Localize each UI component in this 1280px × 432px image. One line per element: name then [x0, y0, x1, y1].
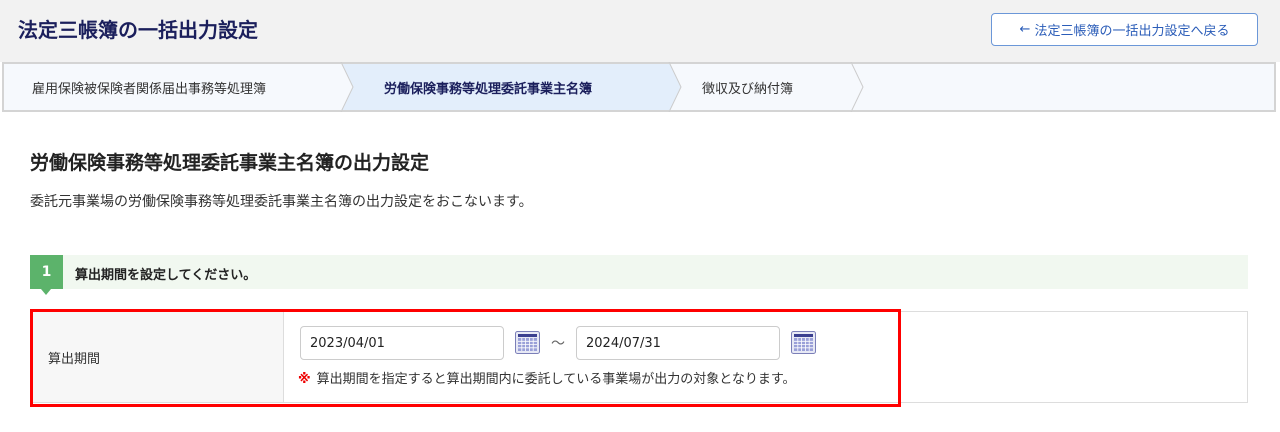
calendar-icon[interactable] [791, 331, 816, 354]
calendar-icon[interactable] [515, 331, 540, 354]
step-koyou-hoken[interactable]: 雇用保険被保険者関係届出事務等処理簿 [4, 62, 354, 112]
arrow-left-icon: ← [1019, 22, 1031, 37]
step-number-badge: 1 [30, 255, 63, 295]
page-header: 法定三帳簿の一括出力設定 ← 法定三帳簿の一括出力設定へ戻る [0, 0, 1280, 62]
page-title: 法定三帳簿の一括出力設定 [18, 18, 258, 42]
period-label: 算出期間 [31, 312, 284, 402]
chevron-right-icon [340, 62, 354, 112]
chevron-right-icon [850, 62, 864, 112]
chevron-right-icon [668, 62, 682, 112]
step-section-label: 算出期間を設定してください。 [75, 268, 257, 283]
step-choushuu[interactable]: 徴収及び納付簿 [670, 62, 864, 112]
section-heading: 労働保険事務等処理委託事業主名簿の出力設定 [30, 152, 430, 174]
step-label: 徴収及び納付簿 [702, 81, 794, 97]
step-navigation: 雇用保険被保険者関係届出事務等処理簿 労働保険事務等処理委託事業主名簿 徴収及び… [2, 62, 1276, 112]
date-range-separator: ～ [551, 336, 565, 352]
note-text: 算出期間を指定すると算出期間内に委託している事業場が出力の対象となります。 [316, 372, 796, 387]
back-button[interactable]: ← 法定三帳簿の一括出力設定へ戻る [991, 13, 1258, 46]
period-note: ※ 算出期間を指定すると算出期間内に委託している事業場が出力の対象となります。 [298, 368, 796, 387]
section-description: 委託元事業場の労働保険事務等処理委託事業主名簿の出力設定をおこないます。 [30, 194, 533, 210]
end-date-input[interactable] [576, 326, 780, 360]
step-label: 雇用保険被保険者関係届出事務等処理簿 [32, 81, 267, 97]
back-button-label: 法定三帳簿の一括出力設定へ戻る [1034, 24, 1230, 39]
start-date-input[interactable] [300, 326, 504, 360]
step-section-header: 1 算出期間を設定してください。 [30, 255, 1248, 295]
step-label: 労働保険事務等処理委託事業主名簿 [384, 81, 593, 97]
step-roudou-hoken[interactable]: 労働保険事務等処理委託事業主名簿 [342, 62, 682, 112]
note-mark: ※ [298, 372, 311, 387]
